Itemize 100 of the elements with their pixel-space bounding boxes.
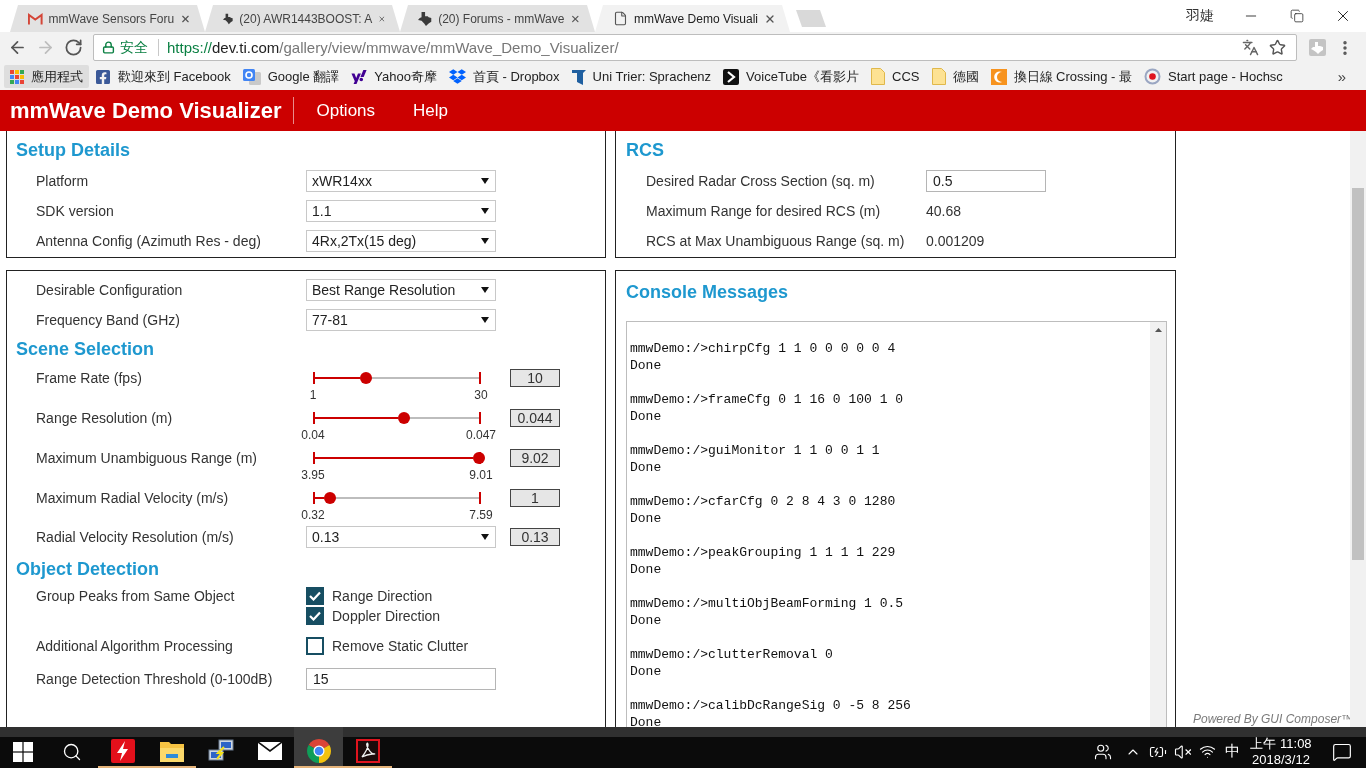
app-title: mmWave Demo Visualizer — [10, 97, 282, 124]
page-scrollbar[interactable] — [1350, 131, 1366, 727]
note-icon — [931, 68, 946, 85]
volume-muted-icon[interactable] — [1173, 742, 1192, 761]
field-label: Additional Algorithm Processing — [36, 637, 234, 654]
address-bar[interactable]: 安全 https://dev.ti.com/gallery/view/mmwave/mmWave_Demo_Visualizer/ — [93, 34, 1297, 61]
bookmark[interactable]: Uni Trier: Sprachenz — [565, 65, 718, 88]
console-line: Done — [630, 612, 663, 629]
url-text: https://dev.ti.com/gallery/view/mmwave/mmWave_Demo_Visualizer/ — [167, 39, 619, 56]
scroll-up-icon[interactable] — [1154, 328, 1162, 332]
dropdown[interactable]: 4Rx,2Tx(15 deg) — [306, 230, 496, 252]
star-icon[interactable] — [1269, 39, 1286, 56]
input-method-indicator[interactable]: 中 — [1220, 742, 1244, 761]
field-label: Platform — [36, 173, 90, 189]
caret-icon — [481, 208, 489, 214]
slider-thumb[interactable] — [359, 372, 372, 384]
scale-min-label: 1 — [308, 388, 318, 402]
field-label: Group Peaks from Same Object — [36, 587, 236, 604]
browser-tab[interactable]: (20) Forums - mmWave — [400, 5, 595, 32]
bookmark[interactable]: Yahoo奇摩 — [345, 65, 443, 88]
browser-tab[interactable]: mmWave Sensors Foru — [10, 5, 205, 32]
scrollbar-thumb[interactable] — [1352, 188, 1364, 560]
checkbox[interactable] — [306, 607, 324, 625]
checkbox-label[interactable]: Range Direction — [332, 588, 433, 604]
field-label: Radial Velocity Resolution (m/s) — [36, 529, 235, 545]
clock-time[interactable]: 上午 11:08 — [1250, 735, 1312, 752]
bookmark[interactable]: 換日線 Crossing - 最 — [984, 65, 1138, 88]
caret-icon — [481, 287, 489, 293]
dropdown[interactable]: Best Range Resolution — [306, 279, 496, 301]
field-value: 0.001209 — [926, 233, 985, 249]
bookmark[interactable]: 應用程式 — [4, 65, 89, 88]
bookmark[interactable]: 首頁 - Dropbox — [442, 65, 566, 88]
bookmark-label: Yahoo奇摩 — [374, 67, 437, 86]
clock-date[interactable]: 2018/3/12 — [1252, 751, 1310, 768]
bookmark-label: VoiceTube《看影片 — [746, 67, 860, 86]
dropdown[interactable]: 1.1 — [306, 200, 496, 222]
taskbar-app[interactable] — [294, 727, 343, 768]
field-label: Range Detection Threshold (0-100dB) — [36, 671, 274, 687]
browser-tab[interactable]: (20) AWR1443BOOST: A — [205, 5, 400, 32]
value-readout: 0.13 — [510, 528, 560, 546]
console-line: mmwDemo:/>multiObjBeamForming 1 0.5 — [630, 595, 905, 612]
bolt-app-icon — [110, 738, 135, 763]
slider-thumb[interactable] — [397, 412, 410, 424]
profile-name[interactable]: 羽婕 — [1186, 7, 1214, 25]
bookmark[interactable]: VoiceTube《看影片 — [717, 65, 866, 88]
caret-icon — [481, 317, 489, 323]
checkbox[interactable] — [306, 637, 324, 655]
people-icon[interactable] — [1093, 742, 1112, 761]
browser-tab[interactable]: mmWave Demo Visuali — [595, 5, 790, 32]
text-input[interactable]: 15 — [306, 668, 496, 690]
bookmark[interactable]: Start page - Hochsc — [1137, 65, 1289, 88]
value-readout: 1 — [510, 489, 560, 507]
console-line: mmwDemo:/>peakGrouping 1 1 1 1 229 — [630, 544, 897, 561]
reload-icon[interactable] — [63, 38, 83, 57]
dropdown[interactable]: xWR14xx — [306, 170, 496, 192]
scale-min-label: 0.32 — [300, 508, 326, 522]
field-label: Maximum Range for desired RCS (m) — [646, 203, 882, 219]
checkbox[interactable] — [306, 587, 324, 605]
menu-item[interactable]: Help — [413, 100, 448, 121]
console-line: Done — [630, 408, 663, 425]
pdf-app-icon — [355, 738, 380, 763]
slider-thumb[interactable] — [473, 452, 485, 464]
slider-thumb[interactable] — [323, 492, 336, 504]
field-label: Desired Radar Cross Section (sq. m) — [646, 173, 876, 189]
scale-max-label: 30 — [473, 388, 489, 402]
scale-max-label: 0.047 — [465, 428, 497, 442]
bookmark-label: 應用程式 — [31, 67, 83, 86]
text-input[interactable]: 0.5 — [926, 170, 1046, 192]
bookmark[interactable]: CCS — [865, 65, 926, 88]
dropdown[interactable]: 77-81 — [306, 309, 496, 331]
wifi-icon[interactable] — [1199, 743, 1216, 760]
restore-icon[interactable] — [1290, 9, 1304, 23]
bookmark[interactable]: 德國 — [925, 65, 985, 88]
scale-max-label: 7.59 — [468, 508, 494, 522]
network-icon — [207, 738, 234, 763]
logo-icon — [571, 68, 586, 85]
caret-icon — [481, 534, 489, 540]
field-label: Desirable Configuration — [36, 282, 184, 298]
field-label: RCS at Max Unambiguous Range (sq. m) — [646, 233, 906, 249]
menu-item[interactable]: Options — [316, 100, 376, 121]
start-icon[interactable] — [12, 741, 33, 762]
facebook-icon — [95, 68, 111, 85]
more-bookmarks-button[interactable]: » — [1337, 68, 1346, 85]
folder-icon — [159, 739, 184, 762]
target-icon — [1143, 68, 1161, 85]
bookmark[interactable]: 歡迎來到 Facebook — [89, 65, 237, 88]
bookmark[interactable]: Google 翻譯 — [236, 65, 346, 88]
bookmark-label: 德國 — [952, 67, 979, 86]
search-icon[interactable] — [61, 741, 82, 762]
scale-max-label: 9.01 — [468, 468, 494, 482]
security-label: 安全 — [120, 38, 148, 57]
dropdown[interactable]: 0.13 — [306, 526, 496, 548]
console-line: Done — [630, 663, 663, 680]
powered-by-text: Powered By GUI Composer™ — [1193, 712, 1350, 727]
checkbox-label[interactable]: Doppler Direction — [332, 608, 441, 624]
state-logo-icon — [418, 10, 433, 27]
translate-icon[interactable] — [1242, 39, 1259, 56]
notification-icon[interactable] — [1332, 741, 1352, 762]
caret-icon — [481, 238, 489, 244]
checkbox-label[interactable]: Remove Static Clutter — [332, 638, 469, 654]
